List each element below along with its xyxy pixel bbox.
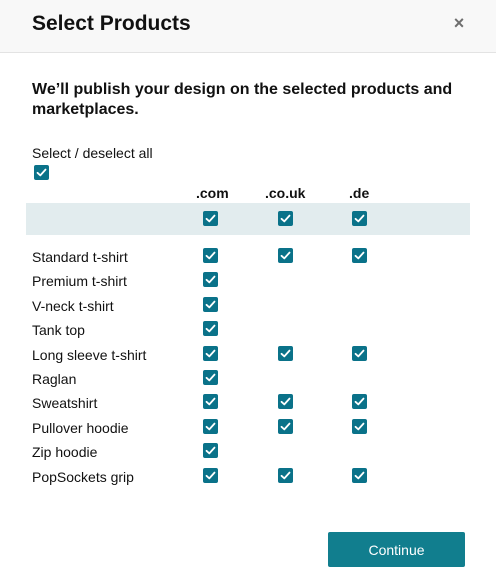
product-label: Standard t-shirt — [32, 249, 128, 265]
product-label: V-neck t-shirt — [32, 297, 114, 314]
checkmark-icon — [280, 471, 291, 479]
product-checkbox[interactable] — [352, 248, 367, 263]
checkmark-icon — [280, 214, 291, 223]
product-checkbox[interactable] — [203, 345, 218, 361]
checkmark-icon — [205, 300, 216, 309]
checkmark-icon — [354, 471, 365, 479]
product-checkbox[interactable] — [352, 394, 367, 410]
marketplace-select-row — [26, 203, 470, 235]
product-checkbox[interactable] — [203, 370, 218, 385]
product-checkbox[interactable] — [203, 272, 218, 288]
close-icon[interactable]: × — [450, 13, 468, 33]
product-label: Long sleeve t-shirt — [32, 346, 147, 363]
column-header: .com — [196, 185, 229, 201]
checkmark-icon — [354, 422, 365, 431]
product-checkbox[interactable] — [203, 443, 218, 459]
checkmark-icon — [354, 349, 365, 357]
checkmark-icon — [354, 398, 365, 406]
marketplace-all-checkbox[interactable] — [203, 211, 218, 226]
checkmark-icon — [280, 398, 291, 406]
checkmark-icon — [205, 349, 216, 357]
product-checkbox[interactable] — [203, 467, 218, 483]
column-header: .co.uk — [265, 185, 306, 201]
product-label: Premium t-shirt — [32, 273, 127, 290]
product-checkbox[interactable] — [203, 248, 218, 263]
product-checkbox[interactable] — [352, 467, 367, 483]
checkmark-icon — [280, 422, 291, 431]
product-checkbox[interactable] — [352, 345, 367, 361]
continue-button[interactable]: Continue — [328, 532, 465, 567]
checkmark-icon — [205, 251, 216, 260]
product-checkbox[interactable] — [203, 418, 218, 434]
product-checkbox[interactable] — [278, 467, 293, 483]
product-label: Pullover hoodie — [32, 419, 129, 436]
checkmark-icon — [36, 168, 47, 177]
dialog-header: Select Products × — [0, 0, 496, 53]
checkmark-icon — [280, 349, 291, 357]
checkmark-icon — [205, 471, 216, 479]
checkmark-icon — [205, 324, 216, 333]
product-checkbox[interactable] — [278, 345, 293, 361]
product-label: Tank top — [32, 322, 85, 339]
product-checkbox[interactable] — [278, 394, 293, 410]
product-label: PopSockets grip — [32, 468, 134, 485]
product-label: Raglan — [32, 371, 77, 387]
checkmark-icon — [205, 373, 216, 382]
checkmark-icon — [354, 251, 365, 260]
checkmark-icon — [205, 422, 216, 431]
product-checkbox[interactable] — [203, 394, 218, 410]
product-checkbox[interactable] — [352, 418, 367, 434]
checkmark-icon — [205, 446, 216, 455]
checkmark-icon — [205, 276, 216, 284]
select-all-label: Select / deselect all — [32, 145, 153, 161]
product-label: Sweatshirt — [32, 395, 98, 412]
checkmark-icon — [280, 251, 291, 260]
select-all-checkbox[interactable] — [34, 165, 49, 180]
checkmark-icon — [205, 214, 216, 223]
checkmark-icon — [354, 214, 365, 223]
marketplace-all-checkbox[interactable] — [352, 211, 367, 226]
intro-text: We’ll publish your design on the selecte… — [32, 81, 453, 118]
dialog-title: Select Products — [32, 12, 191, 35]
product-label: Zip hoodie — [32, 444, 98, 461]
product-checkbox[interactable] — [203, 321, 218, 337]
product-checkbox[interactable] — [203, 296, 218, 312]
column-header: .de — [349, 185, 370, 201]
marketplace-all-checkbox[interactable] — [278, 211, 293, 226]
product-checkbox[interactable] — [278, 248, 293, 263]
checkmark-icon — [205, 398, 216, 406]
product-checkbox[interactable] — [278, 418, 293, 434]
